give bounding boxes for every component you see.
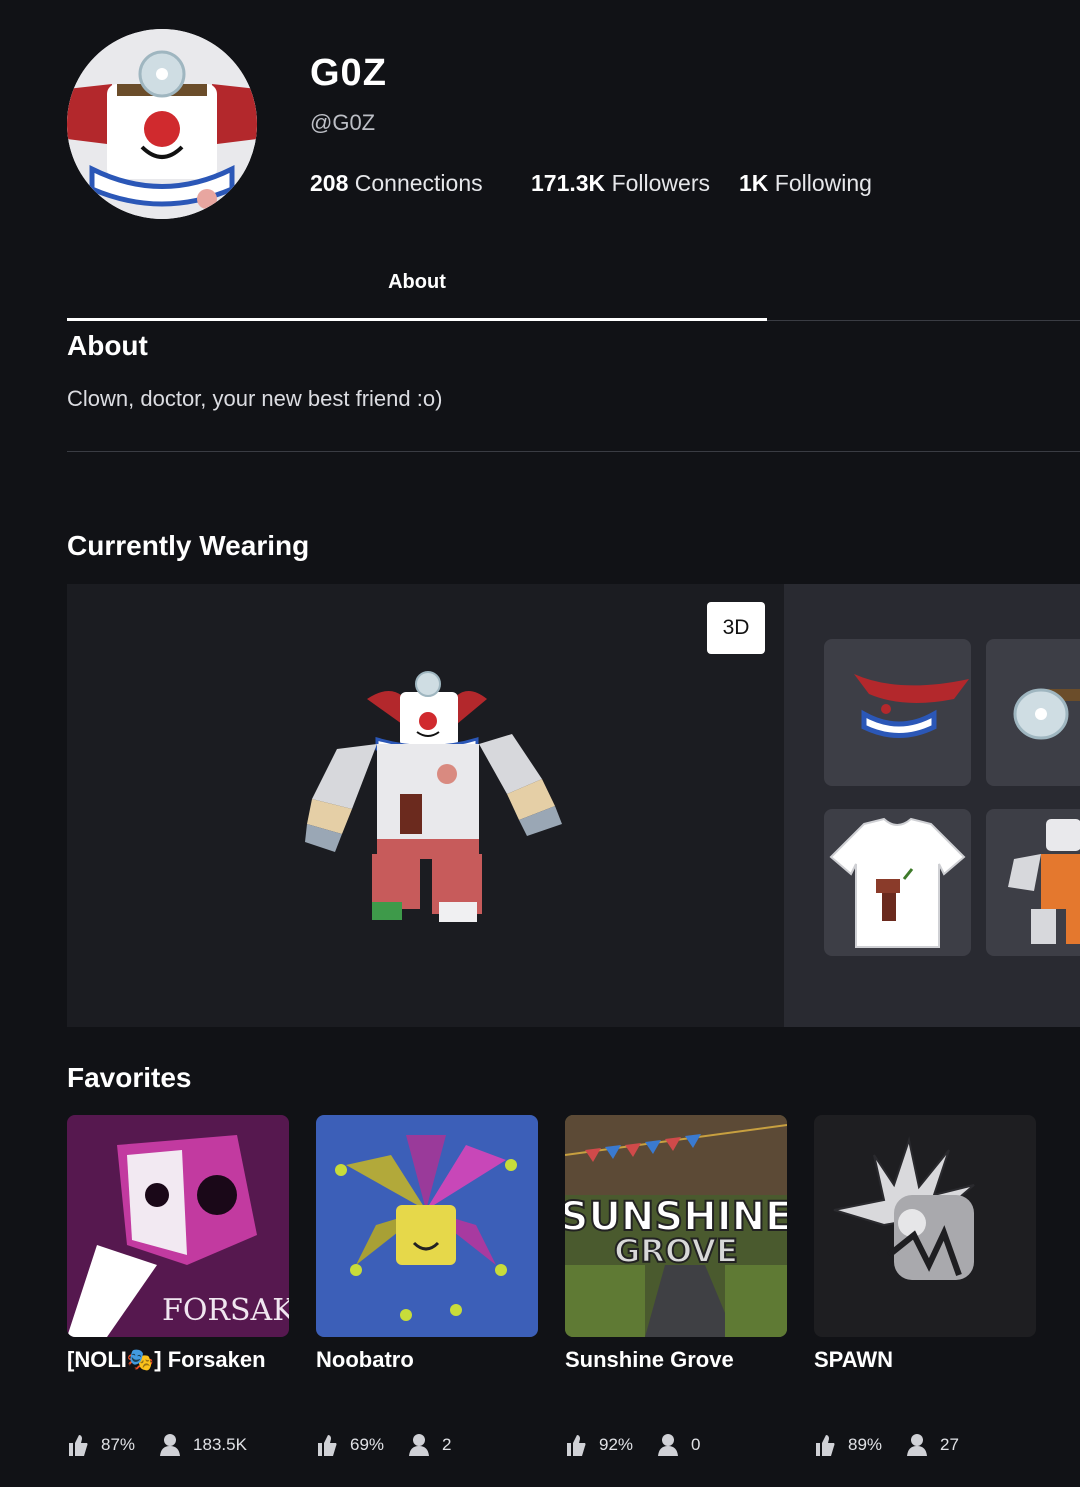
- player-count: 183.5K: [193, 1435, 247, 1454]
- head-mirror-icon: [1013, 688, 1080, 740]
- avatar-viewer[interactable]: [67, 584, 784, 1027]
- like-ratio: 89%: [848, 1435, 883, 1454]
- favorite-game-card[interactable]: SUNSHINE GROVE Sunshine Grove 92% 0: [565, 1115, 787, 1456]
- worn-item-animation[interactable]: [986, 809, 1080, 956]
- view-3d-button[interactable]: 3D: [707, 602, 765, 654]
- game-stats: 92% 0: [565, 1433, 701, 1457]
- tab-active-indicator: [67, 318, 767, 321]
- followers-stat[interactable]: 171.3K Followers: [531, 170, 710, 197]
- t-shirt-icon: [829, 817, 966, 948]
- like-ratio: 87%: [101, 1435, 136, 1454]
- favorite-game-card[interactable]: SPAWN 89% 27: [814, 1115, 1036, 1456]
- worn-item-head-mirror[interactable]: [986, 639, 1080, 786]
- clown-hair-collar-icon: [854, 674, 969, 738]
- following-label: Following: [774, 170, 872, 196]
- connections-stat[interactable]: 208 Connections: [310, 170, 483, 197]
- favorite-game-card[interactable]: FORSAKEN [NOLI🎭] Forsaken 87% 183.5K: [67, 1115, 289, 1456]
- game-title: Noobatro: [316, 1347, 414, 1372]
- about-bio: Clown, doctor, your new best friend :o): [67, 386, 443, 411]
- worn-items-panel: [784, 584, 1080, 1027]
- game-thumbnail: SUNSHINE GROVE: [565, 1115, 787, 1337]
- connections-label: Connections: [354, 170, 483, 196]
- favorite-game-card[interactable]: Noobatro 69% 2: [316, 1115, 538, 1456]
- grove-logo-text: GROVE: [614, 1232, 738, 1270]
- game-stats: 87% 183.5K: [67, 1433, 247, 1457]
- player-count: 0: [691, 1435, 701, 1454]
- followers-label: Followers: [611, 170, 710, 196]
- display-name: G0Z: [310, 52, 387, 94]
- player-count: 27: [940, 1435, 959, 1454]
- worn-item-shirt[interactable]: [824, 809, 971, 956]
- tab-divider: [767, 320, 1080, 321]
- following-count: 1K: [739, 170, 769, 196]
- thumbs-up-icon: [69, 1435, 88, 1456]
- avatar-full-body-image: [305, 671, 562, 922]
- game-thumbnail: [316, 1115, 538, 1337]
- spawn-thumbnail-image: [814, 1115, 1036, 1337]
- avatar-package-icon: [1008, 819, 1080, 944]
- following-stat[interactable]: 1K Following: [739, 170, 872, 197]
- game-title: SPAWN: [814, 1347, 894, 1372]
- players-icon: [907, 1434, 928, 1456]
- favorites-heading: Favorites: [67, 1062, 192, 1093]
- like-ratio: 69%: [350, 1435, 385, 1454]
- section-divider: [67, 451, 1080, 452]
- players-icon: [160, 1434, 181, 1456]
- currently-wearing-heading: Currently Wearing: [67, 530, 310, 561]
- forsaken-thumbnail-image: FORSAKEN: [67, 1115, 289, 1337]
- thumbs-up-icon: [816, 1435, 835, 1456]
- player-count: 2: [442, 1435, 452, 1454]
- connections-count: 208: [310, 170, 349, 196]
- about-heading: About: [67, 330, 148, 361]
- like-ratio: 92%: [599, 1435, 634, 1454]
- username: @G0Z: [310, 110, 376, 135]
- thumbs-up-icon: [567, 1435, 586, 1456]
- game-title: Sunshine Grove: [565, 1347, 734, 1372]
- followers-count: 171.3K: [531, 170, 606, 196]
- thumbs-up-icon: [318, 1435, 337, 1456]
- noobatro-thumbnail-image: [316, 1115, 538, 1337]
- game-thumbnail: FORSAKEN: [67, 1115, 289, 1337]
- profile-avatar: [67, 29, 257, 219]
- sunshine-grove-thumbnail-image: SUNSHINE GROVE: [565, 1115, 787, 1337]
- game-thumbnail: [814, 1115, 1036, 1337]
- clown-headshot-image: [67, 29, 257, 219]
- game-stats: 69% 2: [316, 1433, 452, 1457]
- worn-item-clown-hair[interactable]: [824, 639, 971, 786]
- forsaken-logo-text: FORSAKEN: [162, 1293, 289, 1328]
- tab-about[interactable]: About: [67, 262, 767, 302]
- game-title: [NOLI🎭] Forsaken: [67, 1347, 266, 1372]
- players-icon: [409, 1434, 430, 1456]
- players-icon: [658, 1434, 679, 1456]
- game-stats: 89% 27: [814, 1433, 959, 1457]
